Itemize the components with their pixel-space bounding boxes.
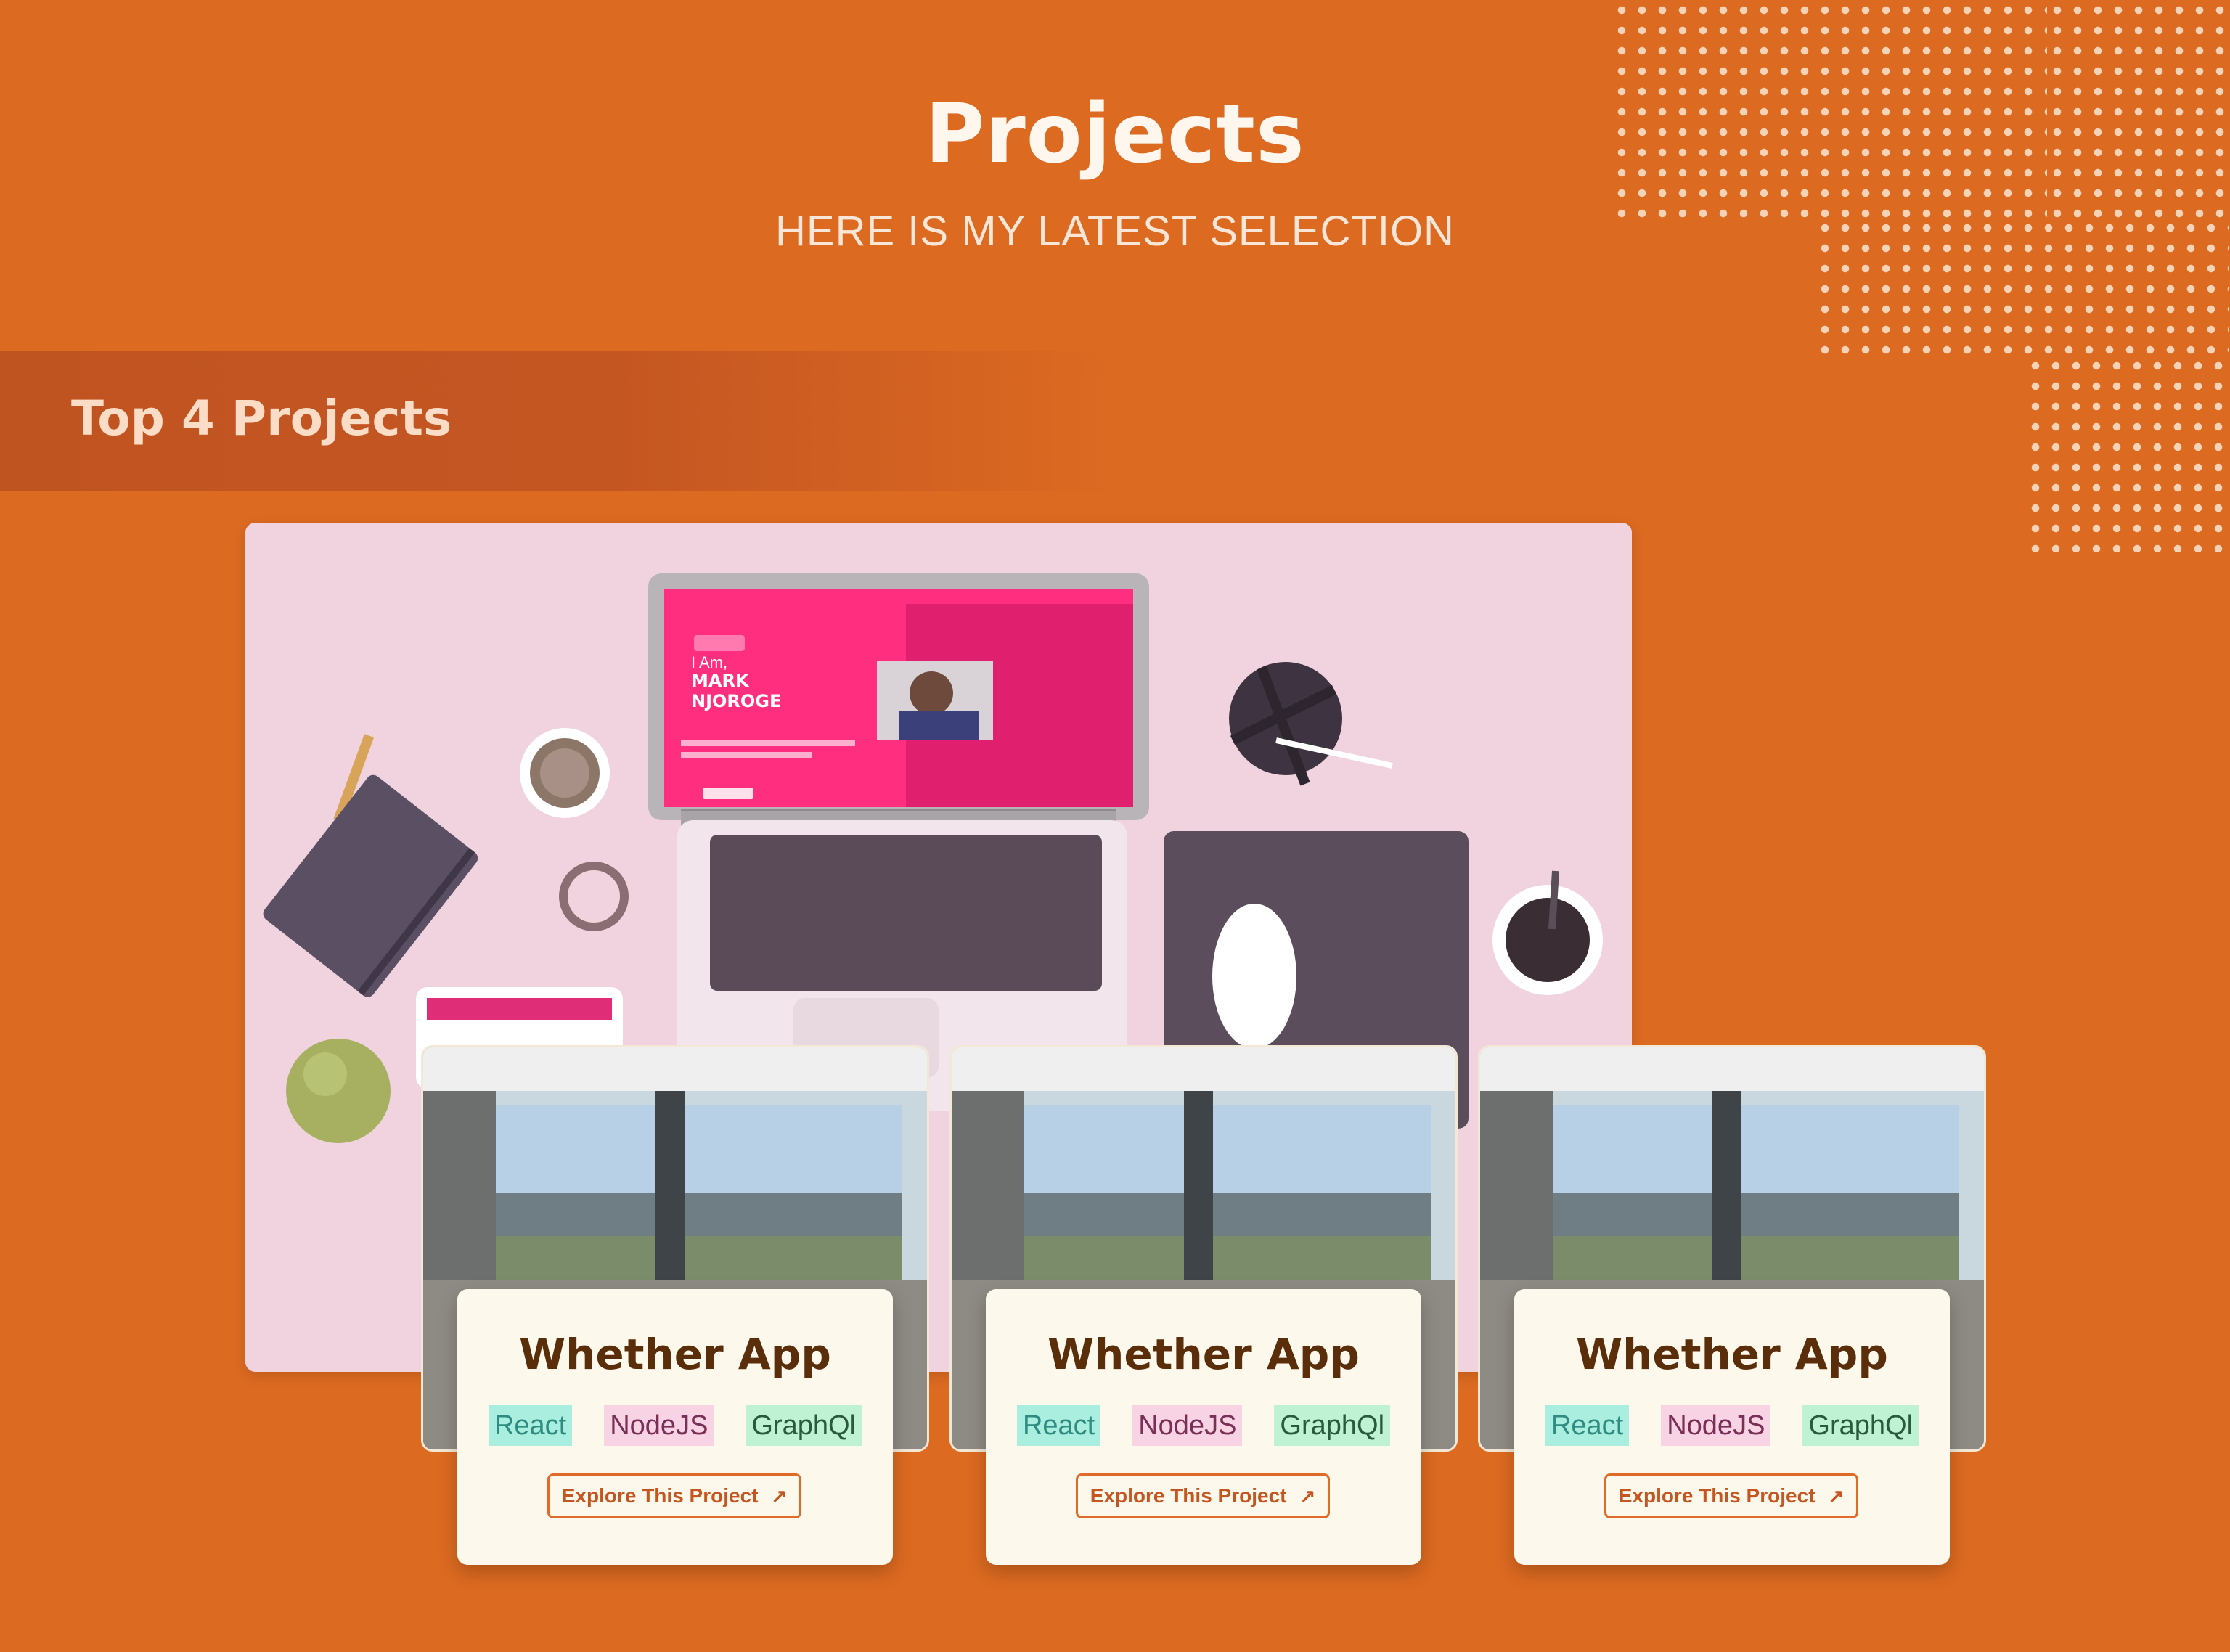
screen-name-line1: MARK (691, 671, 750, 691)
tag-react: React (1545, 1405, 1630, 1446)
card-title: Whether App (519, 1330, 831, 1379)
explore-label: Explore This Project (561, 1484, 759, 1507)
tag-graphql: GraphQl (1802, 1405, 1919, 1446)
tech-tags: React NodeJS GraphQl (457, 1405, 893, 1446)
explore-label: Explore This Project (1090, 1484, 1287, 1507)
tech-tags: React NodeJS GraphQl (986, 1405, 1421, 1446)
cactus-pot-illustration (520, 728, 610, 818)
tag-nodejs: NodeJS (1661, 1405, 1771, 1446)
arrow-up-right-icon: ↗ (1828, 1484, 1845, 1507)
tag-graphql: GraphQl (1274, 1405, 1391, 1446)
project-card-3: Whether App React NodeJS GraphQl Explore… (1514, 1289, 1950, 1565)
tag-nodejs: NodeJS (1132, 1405, 1243, 1446)
explore-project-button[interactable]: Explore This Project ↗ (1076, 1473, 1330, 1518)
explore-project-button[interactable]: Explore This Project ↗ (1604, 1473, 1858, 1518)
dot-pattern-low (2025, 356, 2229, 552)
tag-react: React (488, 1405, 573, 1446)
page-title: Projects (925, 87, 1305, 181)
screen-name-line2: NJOROGE (691, 691, 781, 711)
page-subtitle: HERE IS MY LATEST SELECTION (775, 208, 1455, 255)
laptop-illustration: I Am, MARK NJOROGE (648, 573, 1149, 1111)
card-title: Whether App (1047, 1330, 1360, 1379)
screen-greeting: I Am, (691, 653, 727, 671)
tech-tags: React NodeJS GraphQl (1514, 1405, 1950, 1446)
arrow-up-right-icon: ↗ (1299, 1484, 1316, 1507)
project-card-2: Whether App React NodeJS GraphQl Explore… (986, 1289, 1421, 1565)
card-title: Whether App (1576, 1330, 1888, 1379)
explore-label: Explore This Project (1618, 1484, 1816, 1507)
apple-illustration (286, 1039, 391, 1143)
arrow-up-right-icon: ↗ (771, 1484, 788, 1507)
tag-nodejs: NodeJS (604, 1405, 714, 1446)
section-heading: Top 4 Projects (71, 390, 452, 446)
explore-project-button[interactable]: Explore This Project ↗ (547, 1473, 801, 1518)
project-card-1: Whether App React NodeJS GraphQl Explore… (457, 1289, 893, 1565)
tag-graphql: GraphQl (746, 1405, 862, 1446)
tag-react: React (1016, 1405, 1101, 1446)
